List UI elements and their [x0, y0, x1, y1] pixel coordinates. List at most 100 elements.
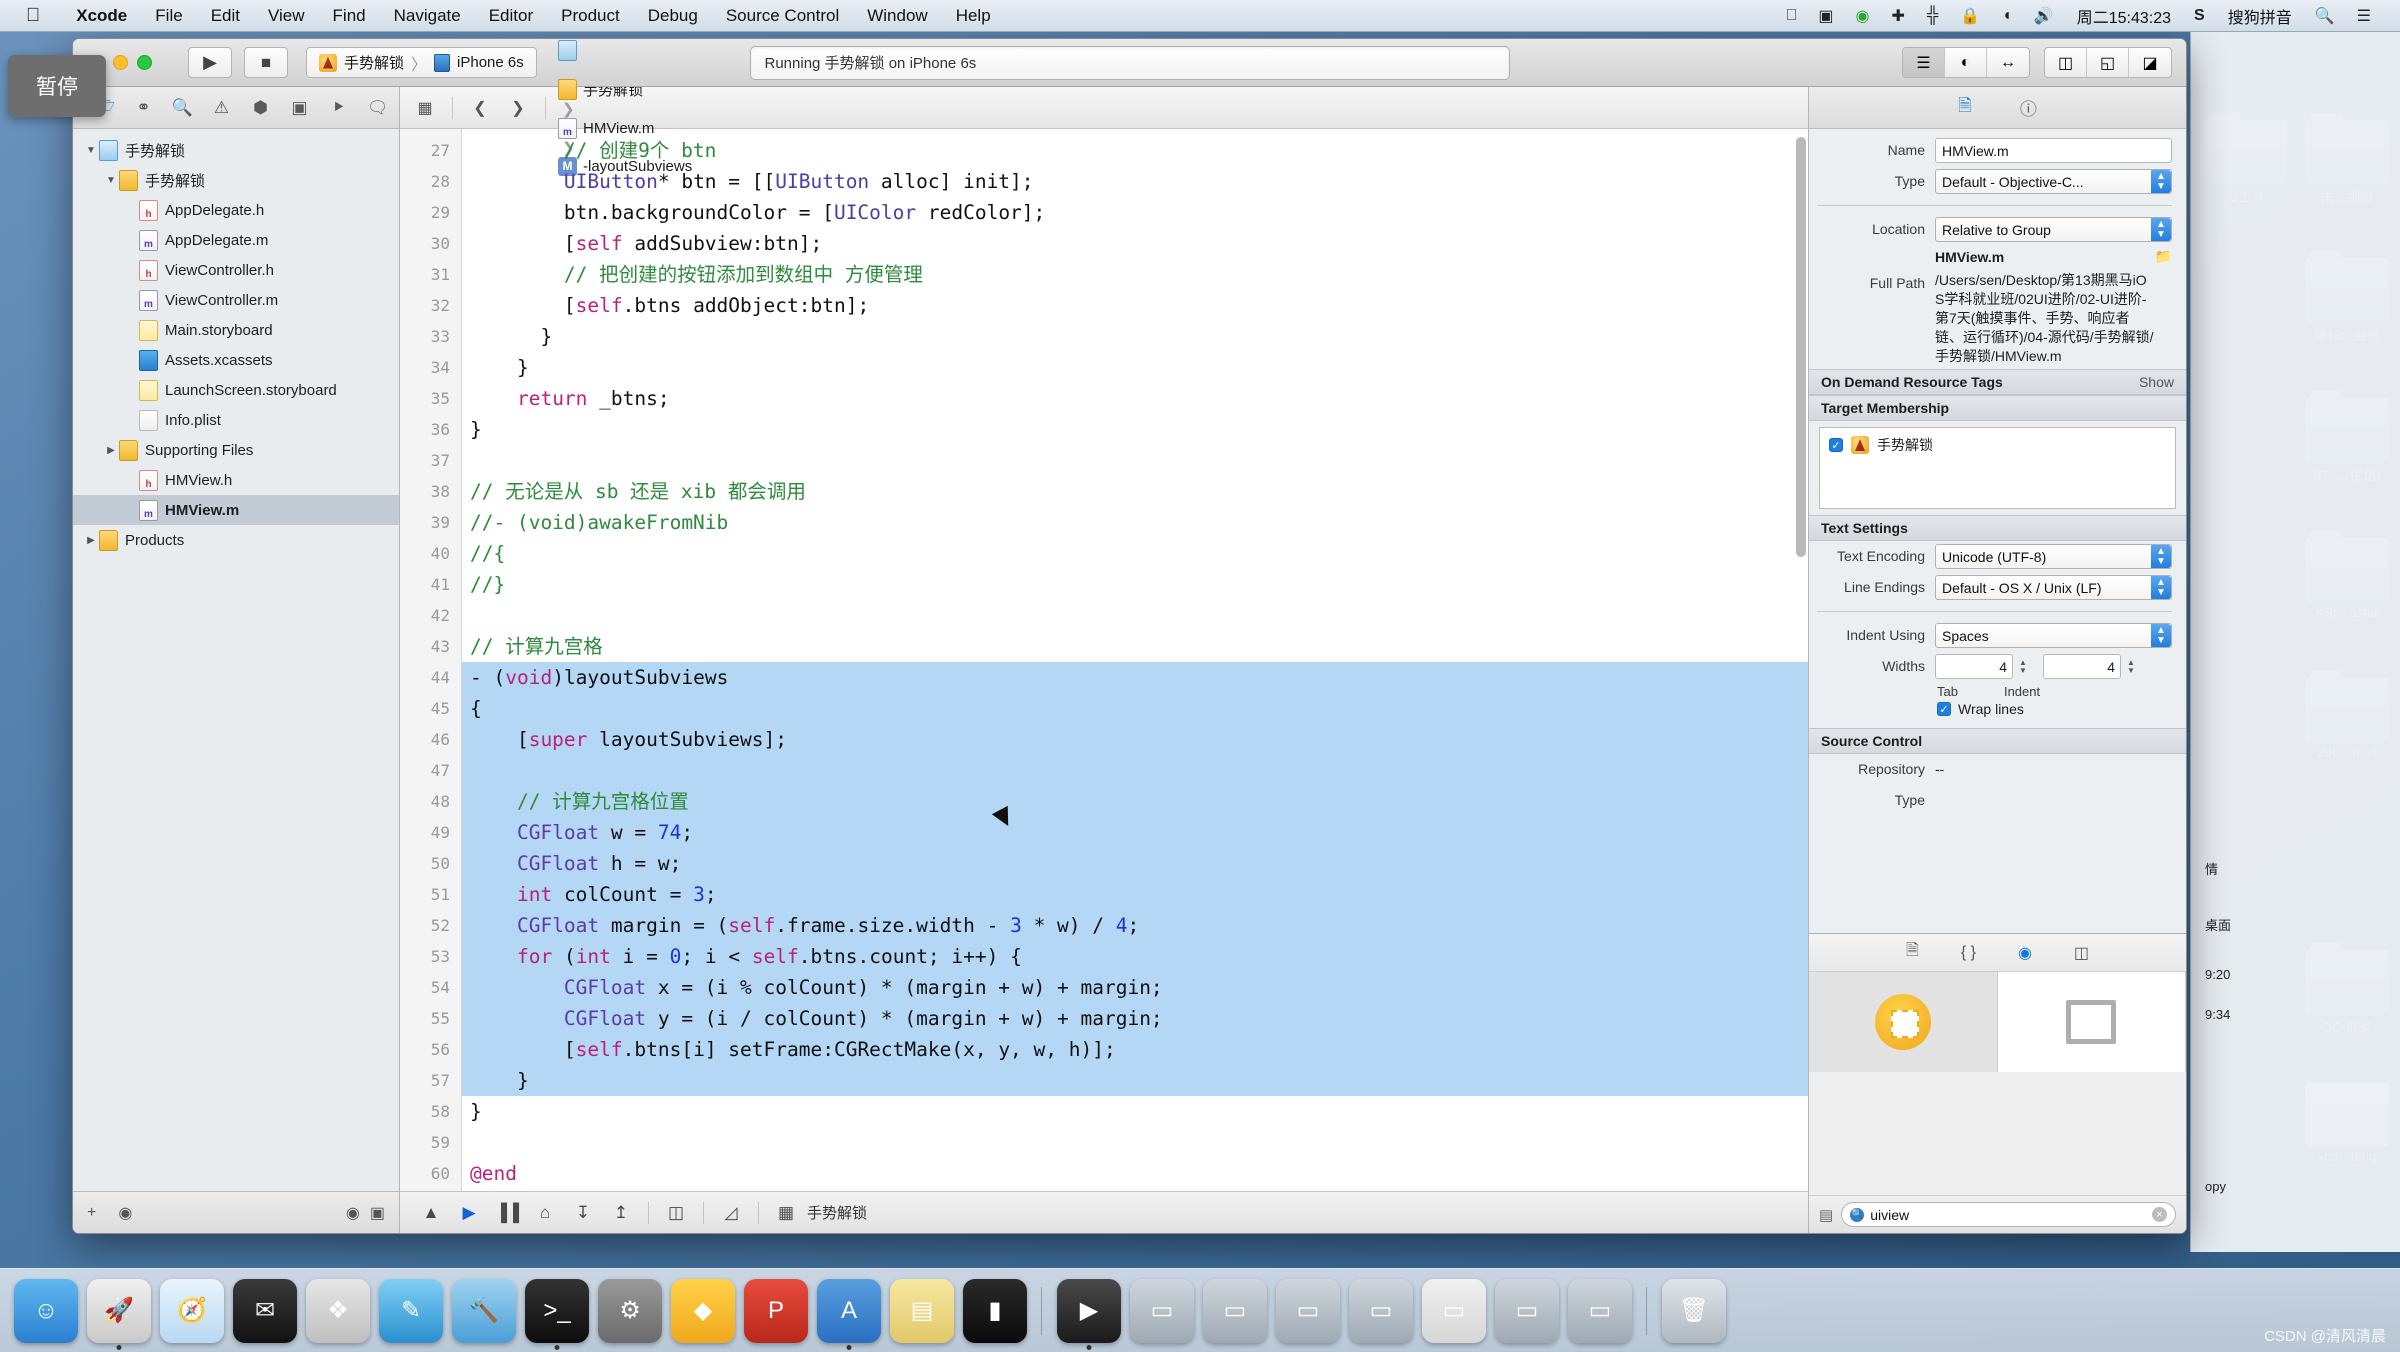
navigator-item[interactable]: m HMView.m — [73, 495, 399, 525]
code-line[interactable]: // 创建9个 btn — [462, 135, 1808, 166]
finder-window-strip[interactable]: 情桌面 9:20 9:34 opy — [2190, 32, 2400, 1252]
code-line[interactable]: [super layoutSubviews]; — [462, 724, 1808, 755]
code-line[interactable]: [self.btns[i] setFrame:CGRectMake(x, y, … — [462, 1034, 1808, 1065]
recent-icon[interactable]: ◉ — [346, 1203, 360, 1223]
version-editor-icon[interactable]: ↔ — [1987, 48, 2029, 77]
dock-launchpad-icon[interactable]: 🚀 — [87, 1278, 151, 1350]
code-text-area[interactable]: // 创建9个 btn UIButton* btn = [[UIButton a… — [462, 129, 1808, 1191]
location-icon[interactable]: ◿ — [714, 1203, 748, 1223]
disclosure-triangle-icon[interactable]: ▼ — [83, 145, 99, 156]
airplay-icon[interactable]: ⎕ — [1776, 7, 1808, 25]
step-out-icon[interactable]: ↥ — [604, 1203, 638, 1223]
inspector-toggle-icon[interactable]: ◪ — [2129, 48, 2171, 77]
dock-finder-icon[interactable]: ☺ — [14, 1278, 78, 1343]
menu-item-product[interactable]: Product — [547, 6, 634, 26]
play-circle-icon[interactable]: ◉ — [1845, 6, 1881, 26]
navigator-item[interactable]: h HMView.h — [73, 465, 399, 495]
navigator-item[interactable]: Assets.xcassets — [73, 345, 399, 375]
menu-item-find[interactable]: Find — [319, 6, 380, 26]
dock-screen4-icon[interactable]: ▭ — [1349, 1278, 1413, 1343]
dock-xcode-icon[interactable]: A — [817, 1278, 881, 1350]
code-line[interactable]: //- (void)awakeFromNib — [462, 507, 1808, 538]
code-line[interactable]: - (void)layoutSubviews — [462, 662, 1808, 693]
debug-toggle-icon[interactable]: ◱ — [2087, 48, 2129, 77]
code-line[interactable]: CGFloat w = 74; — [462, 817, 1808, 848]
code-line[interactable]: //} — [462, 569, 1808, 600]
code-line[interactable]: //{ — [462, 538, 1808, 569]
library-items-grid[interactable] — [1809, 972, 2186, 1072]
add-icon[interactable]: + — [87, 1204, 96, 1222]
tab-width-stepper[interactable]: ▲ ▼ — [2015, 654, 2031, 679]
chevron-left-icon[interactable]: ❮ — [465, 98, 495, 118]
dock-trash-icon[interactable]: 🗑 — [1662, 1278, 1726, 1343]
dock-player-icon[interactable]: ▶ — [1057, 1278, 1121, 1350]
folder-choose-icon[interactable]: 📁 — [2155, 248, 2172, 265]
object-library-icon[interactable]: ◉ — [2018, 943, 2032, 963]
dock-iterm-icon[interactable]: ▮ — [963, 1278, 1027, 1343]
file-inspector-icon[interactable]: 🗎 — [1958, 93, 1972, 122]
report-icon[interactable]: 🗨 — [360, 93, 395, 123]
wifi-icon[interactable]: ◖ — [1991, 7, 2023, 25]
library-item-object[interactable] — [1809, 972, 1998, 1072]
navigator-item[interactable]: ▶ Supporting Files — [73, 435, 399, 465]
dock-hammer-icon[interactable]: 🔨 — [452, 1278, 516, 1343]
dock-settings-icon[interactable]: ⚙ — [598, 1278, 662, 1343]
navigator-item[interactable]: h AppDelegate.h — [73, 195, 399, 225]
list-icon[interactable]: ☰ — [2346, 6, 2382, 26]
continue-icon[interactable]: ▶ — [452, 1203, 486, 1223]
dock-safari-icon[interactable]: 🧭 — [160, 1278, 224, 1343]
code-line[interactable]: } — [462, 352, 1808, 383]
dock-notes-icon[interactable]: ▤ — [890, 1278, 954, 1343]
code-line[interactable]: [self addSubview:btn]; — [462, 228, 1808, 259]
zoom-button[interactable] — [137, 55, 152, 70]
menu-item-editor[interactable]: Editor — [475, 6, 547, 26]
dock-photos-icon[interactable]: ❖ — [306, 1278, 370, 1343]
menu-item-navigate[interactable]: Navigate — [380, 6, 475, 26]
list-view-icon[interactable]: ▤ — [1819, 1206, 1833, 1224]
code-line[interactable]: for (int i = 0; i < self.btns.count; i++… — [462, 941, 1808, 972]
stop-button[interactable]: ■ — [244, 47, 288, 78]
code-line[interactable]: return _btns; — [462, 383, 1808, 414]
tab-width-field[interactable]: 4 — [1935, 654, 2013, 679]
search-icon[interactable]: 🔍 — [165, 93, 200, 123]
minimize-button[interactable] — [113, 55, 128, 70]
navigator-item[interactable]: ▶ Products — [73, 525, 399, 555]
run-button[interactable]: ▶ — [188, 47, 232, 78]
on-demand-show-link[interactable]: Show — [2139, 374, 2174, 390]
step-into-icon[interactable]: ↧ — [566, 1203, 600, 1223]
menu-item-source-control[interactable]: Source Control — [712, 6, 853, 26]
navigator-item[interactable]: h ViewController.h — [73, 255, 399, 285]
encoding-popup[interactable]: Unicode (UTF-8) ▲ ▼ — [1935, 544, 2172, 569]
menu-item-help[interactable]: Help — [942, 6, 1005, 26]
test-icon[interactable]: ⬢ — [243, 93, 278, 123]
code-line[interactable]: // 计算九宫格位置 — [462, 786, 1808, 817]
library-item-view[interactable] — [1997, 972, 2186, 1072]
scheme-selector[interactable]: 手势解锁 〉 iPhone 6s — [306, 47, 537, 78]
code-line[interactable]: } — [462, 1065, 1808, 1096]
code-line[interactable] — [462, 1127, 1808, 1158]
finder-row[interactable]: 9:20 — [2195, 960, 2240, 989]
source-control-icon[interactable]: ⚭ — [126, 93, 161, 123]
screen-record-icon[interactable]: ▣ — [1807, 6, 1844, 26]
location-popup[interactable]: Relative to Group ▲ ▼ — [1935, 217, 2172, 242]
debug-icon[interactable]: ▣ — [282, 93, 317, 123]
code-line[interactable]: } — [462, 1096, 1808, 1127]
code-line[interactable]: CGFloat margin = (self.frame.size.width … — [462, 910, 1808, 941]
code-line[interactable] — [462, 445, 1808, 476]
volume-icon[interactable]: 🔊 — [2023, 6, 2065, 26]
code-line[interactable]: CGFloat y = (i / colCount) * (margin + w… — [462, 1003, 1808, 1034]
step-over-icon[interactable]: ⌂ — [528, 1203, 562, 1223]
code-line[interactable]: } — [462, 414, 1808, 445]
disclosure-triangle-icon[interactable]: ▶ — [103, 445, 119, 456]
filter-icon[interactable]: ◉ — [118, 1203, 132, 1223]
code-line[interactable] — [462, 600, 1808, 631]
menu-item-edit[interactable]: Edit — [197, 6, 254, 26]
code-line[interactable]: CGFloat x = (i % colCount) * (margin + w… — [462, 972, 1808, 1003]
code-line[interactable]: UIButton* btn = [[UIButton alloc] init]; — [462, 166, 1808, 197]
navigator-item[interactable]: ▼ 手势解锁 — [73, 135, 399, 165]
file-template-icon[interactable]: 🗎 — [1906, 939, 1919, 966]
chevron-right-icon[interactable]: ❯ — [503, 98, 533, 118]
line-endings-popup[interactable]: Default - OS X / Unix (LF) ▲ ▼ — [1935, 575, 2172, 600]
dock-screen6-icon[interactable]: ▭ — [1495, 1278, 1559, 1343]
dock-screen5-icon[interactable]: ▭ — [1422, 1278, 1486, 1343]
